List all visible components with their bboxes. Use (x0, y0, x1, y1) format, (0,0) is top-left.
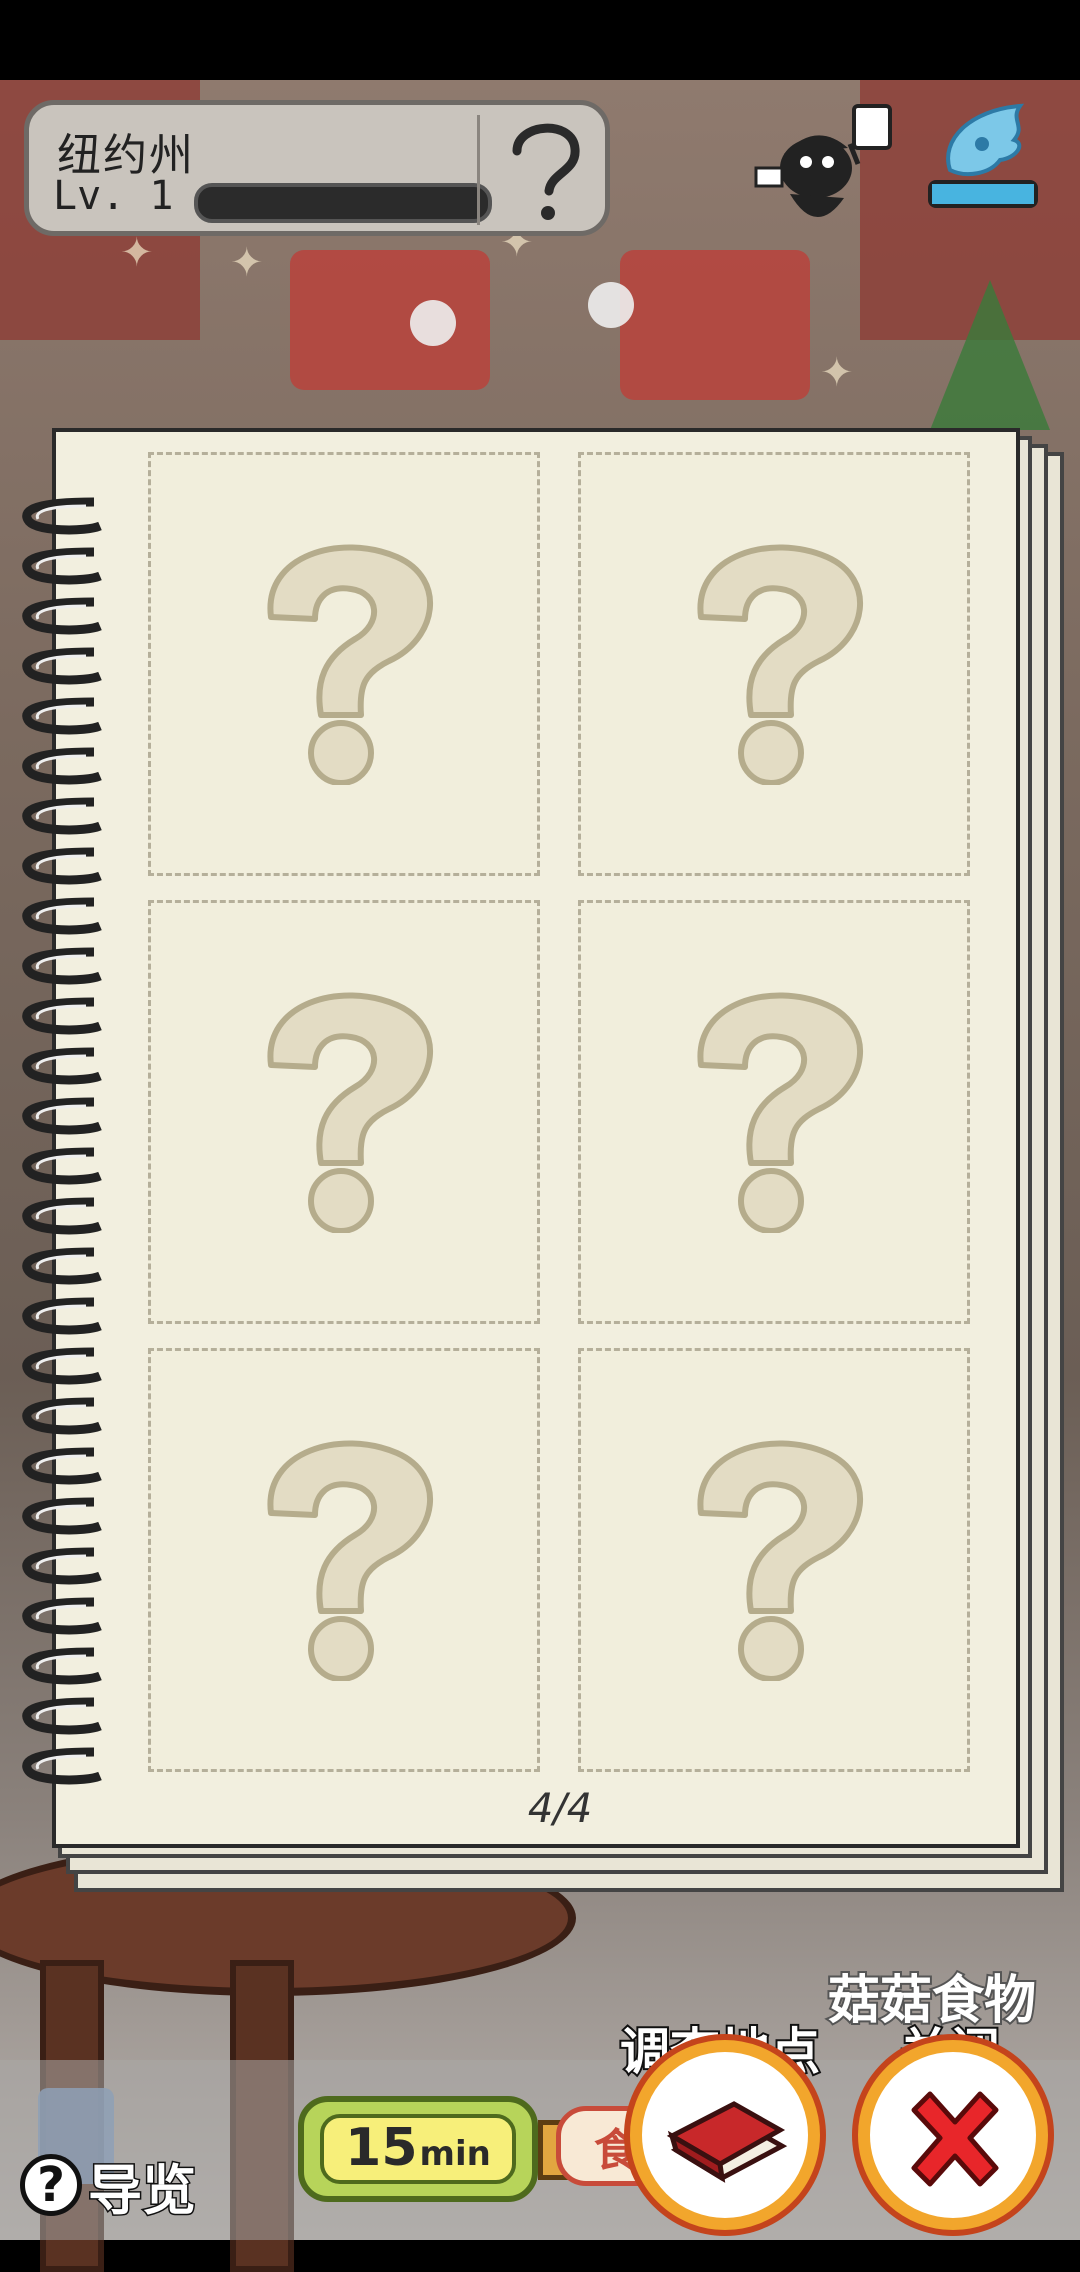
background-stocking (290, 250, 490, 390)
level-progress-bar (194, 183, 492, 223)
background-christmas-tree (930, 280, 1050, 430)
background-hat-pompom (410, 300, 456, 346)
clue-slot[interactable] (578, 452, 970, 876)
guide-label: 导览 (87, 2157, 198, 2223)
mushroom-timer[interactable]: 15 min (298, 2096, 538, 2202)
background-sparkle: ✦ (120, 230, 154, 276)
clue-slot[interactable] (148, 900, 540, 1324)
clue-slot[interactable] (578, 1348, 970, 1772)
background-hat-pompom (588, 282, 634, 328)
clue-slot[interactable] (148, 1348, 540, 1772)
question-mark-icon (697, 1440, 864, 1681)
question-mark-icon (697, 992, 864, 1233)
page-indicator: 4/4 (527, 1786, 593, 1832)
close-button[interactable] (858, 2040, 1048, 2230)
panel-divider (477, 115, 480, 225)
location-level: Lv. 1 (53, 173, 174, 219)
timer-value: 15 (345, 2118, 418, 2178)
background-sparkle: ✦ (820, 350, 854, 396)
question-mark-icon (697, 544, 864, 785)
background-stocking (620, 250, 810, 400)
location-help-button[interactable] (495, 109, 595, 229)
question-mark-icon (512, 123, 580, 220)
stamina-battery (928, 180, 1038, 208)
guide-button[interactable]: ? 导览 (20, 2148, 198, 2223)
timer-display: 15 min (320, 2114, 516, 2184)
location-panel: 纽约州 Lv. 1 (24, 100, 610, 236)
question-mark-icon (267, 1440, 434, 1681)
stamina-battery-fill (932, 184, 1034, 204)
question-mark-icon (267, 544, 434, 785)
investigate-location-button[interactable] (630, 2040, 820, 2230)
guide-question-icon: ? (20, 2154, 82, 2216)
notebook-spiral-binding (22, 497, 102, 1785)
timer-unit: min (419, 2134, 491, 2174)
red-x-icon (911, 2091, 999, 2187)
red-book-icon (666, 2101, 788, 2183)
background-sparkle: ✦ (230, 240, 264, 286)
stamina-wing-icon (946, 103, 1025, 177)
question-mark-icon (267, 992, 434, 1233)
clue-slot[interactable] (578, 900, 970, 1324)
clue-slot[interactable] (148, 452, 540, 876)
detective-character-icon[interactable] (736, 98, 906, 238)
status-bar (0, 0, 1080, 80)
